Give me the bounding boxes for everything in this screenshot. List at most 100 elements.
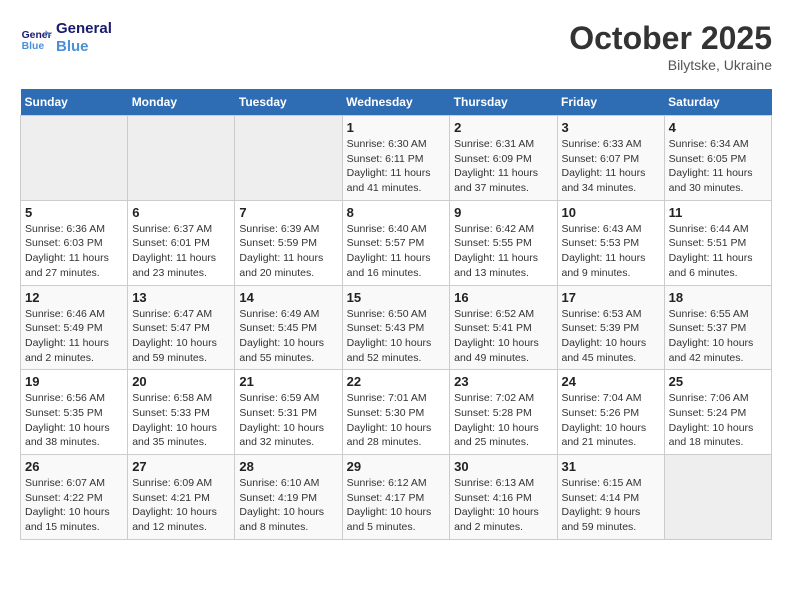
day-number: 3 xyxy=(562,120,660,135)
day-number: 24 xyxy=(562,374,660,389)
svg-text:General: General xyxy=(22,30,52,41)
calendar-cell: 8 Sunrise: 6:40 AM Sunset: 5:57 PM Daylig… xyxy=(342,200,450,285)
day-info: Sunrise: 7:06 AM Sunset: 5:24 PM Dayligh… xyxy=(669,391,767,450)
day-info: Sunrise: 6:50 AM Sunset: 5:43 PM Dayligh… xyxy=(347,307,446,366)
day-info: Sunrise: 6:49 AM Sunset: 5:45 PM Dayligh… xyxy=(239,307,337,366)
day-number: 30 xyxy=(454,459,552,474)
day-info: Sunrise: 6:53 AM Sunset: 5:39 PM Dayligh… xyxy=(562,307,660,366)
day-number: 25 xyxy=(669,374,767,389)
day-info: Sunrise: 6:37 AM Sunset: 6:01 PM Dayligh… xyxy=(132,222,230,281)
col-header-sunday: Sunday xyxy=(21,89,128,116)
day-info: Sunrise: 6:33 AM Sunset: 6:07 PM Dayligh… xyxy=(562,137,660,196)
page-header: General Blue General Blue October 2025 B… xyxy=(20,20,772,73)
day-info: Sunrise: 6:52 AM Sunset: 5:41 PM Dayligh… xyxy=(454,307,552,366)
day-number: 16 xyxy=(454,290,552,305)
calendar-cell: 6 Sunrise: 6:37 AM Sunset: 6:01 PM Daylig… xyxy=(128,200,235,285)
day-number: 22 xyxy=(347,374,446,389)
day-number: 26 xyxy=(25,459,123,474)
calendar-cell: 27 Sunrise: 6:09 AM Sunset: 4:21 PM Dayli… xyxy=(128,455,235,540)
day-number: 7 xyxy=(239,205,337,220)
day-number: 18 xyxy=(669,290,767,305)
day-info: Sunrise: 6:07 AM Sunset: 4:22 PM Dayligh… xyxy=(25,476,123,535)
calendar-cell: 22 Sunrise: 7:01 AM Sunset: 5:30 PM Dayli… xyxy=(342,370,450,455)
col-header-thursday: Thursday xyxy=(450,89,557,116)
calendar-cell: 31 Sunrise: 6:15 AM Sunset: 4:14 PM Dayli… xyxy=(557,455,664,540)
col-header-monday: Monday xyxy=(128,89,235,116)
day-number: 12 xyxy=(25,290,123,305)
day-info: Sunrise: 6:46 AM Sunset: 5:49 PM Dayligh… xyxy=(25,307,123,366)
calendar-cell: 9 Sunrise: 6:42 AM Sunset: 5:55 PM Daylig… xyxy=(450,200,557,285)
svg-text:Blue: Blue xyxy=(22,41,45,52)
calendar-cell: 25 Sunrise: 7:06 AM Sunset: 5:24 PM Dayli… xyxy=(664,370,771,455)
col-header-saturday: Saturday xyxy=(664,89,771,116)
day-info: Sunrise: 6:36 AM Sunset: 6:03 PM Dayligh… xyxy=(25,222,123,281)
calendar-cell: 14 Sunrise: 6:49 AM Sunset: 5:45 PM Dayli… xyxy=(235,285,342,370)
calendar-cell: 10Sunrise: 6:43 AM Sunset: 5:53 PM Dayli… xyxy=(557,200,664,285)
month-title: October 2025 xyxy=(569,20,772,57)
calendar-cell: 24 Sunrise: 7:04 AM Sunset: 5:26 PM Dayli… xyxy=(557,370,664,455)
title-block: October 2025 Bilytske, Ukraine xyxy=(569,20,772,73)
day-number: 28 xyxy=(239,459,337,474)
day-number: 2 xyxy=(454,120,552,135)
day-number: 23 xyxy=(454,374,552,389)
calendar-cell: 18 Sunrise: 6:55 AM Sunset: 5:37 PM Dayli… xyxy=(664,285,771,370)
calendar-cell: 1 Sunrise: 6:30 AM Sunset: 6:11 PM Daylig… xyxy=(342,116,450,201)
day-info: Sunrise: 6:30 AM Sunset: 6:11 PM Dayligh… xyxy=(347,137,446,196)
calendar-cell xyxy=(128,116,235,201)
day-number: 14 xyxy=(239,290,337,305)
col-header-friday: Friday xyxy=(557,89,664,116)
day-number: 27 xyxy=(132,459,230,474)
day-info: Sunrise: 6:34 AM Sunset: 6:05 PM Dayligh… xyxy=(669,137,767,196)
day-number: 1 xyxy=(347,120,446,135)
calendar-cell: 29 Sunrise: 6:12 AM Sunset: 4:17 PM Dayli… xyxy=(342,455,450,540)
calendar-cell: 30 Sunrise: 6:13 AM Sunset: 4:16 PM Dayli… xyxy=(450,455,557,540)
calendar-cell: 20Sunrise: 6:58 AM Sunset: 5:33 PM Dayli… xyxy=(128,370,235,455)
day-number: 6 xyxy=(132,205,230,220)
calendar-cell: 23Sunrise: 7:02 AM Sunset: 5:28 PM Dayli… xyxy=(450,370,557,455)
day-info: Sunrise: 6:59 AM Sunset: 5:31 PM Dayligh… xyxy=(239,391,337,450)
day-info: Sunrise: 6:47 AM Sunset: 5:47 PM Dayligh… xyxy=(132,307,230,366)
day-number: 29 xyxy=(347,459,446,474)
day-info: Sunrise: 7:01 AM Sunset: 5:30 PM Dayligh… xyxy=(347,391,446,450)
calendar-cell: 11Sunrise: 6:44 AM Sunset: 5:51 PM Dayli… xyxy=(664,200,771,285)
day-info: Sunrise: 6:43 AM Sunset: 5:53 PM Dayligh… xyxy=(562,222,660,281)
calendar-cell: 28 Sunrise: 6:10 AM Sunset: 4:19 PM Dayli… xyxy=(235,455,342,540)
day-info: Sunrise: 6:55 AM Sunset: 5:37 PM Dayligh… xyxy=(669,307,767,366)
day-info: Sunrise: 6:44 AM Sunset: 5:51 PM Dayligh… xyxy=(669,222,767,281)
calendar-cell xyxy=(664,455,771,540)
day-info: Sunrise: 6:13 AM Sunset: 4:16 PM Dayligh… xyxy=(454,476,552,535)
day-info: Sunrise: 6:09 AM Sunset: 4:21 PM Dayligh… xyxy=(132,476,230,535)
day-number: 8 xyxy=(347,205,446,220)
logo: General Blue General Blue xyxy=(20,20,112,56)
day-info: Sunrise: 7:04 AM Sunset: 5:26 PM Dayligh… xyxy=(562,391,660,450)
day-info: Sunrise: 6:15 AM Sunset: 4:14 PM Dayligh… xyxy=(562,476,660,535)
calendar-cell: 17 Sunrise: 6:53 AM Sunset: 5:39 PM Dayli… xyxy=(557,285,664,370)
day-number: 21 xyxy=(239,374,337,389)
day-number: 5 xyxy=(25,205,123,220)
logo-general: General xyxy=(56,20,112,38)
day-number: 20 xyxy=(132,374,230,389)
calendar-cell: 3 Sunrise: 6:33 AM Sunset: 6:07 PM Daylig… xyxy=(557,116,664,201)
day-number: 15 xyxy=(347,290,446,305)
calendar-cell: 5 Sunrise: 6:36 AM Sunset: 6:03 PM Daylig… xyxy=(21,200,128,285)
day-info: Sunrise: 6:31 AM Sunset: 6:09 PM Dayligh… xyxy=(454,137,552,196)
location-subtitle: Bilytske, Ukraine xyxy=(569,57,772,73)
calendar-cell xyxy=(235,116,342,201)
logo-icon: General Blue xyxy=(20,22,52,54)
day-info: Sunrise: 6:12 AM Sunset: 4:17 PM Dayligh… xyxy=(347,476,446,535)
col-header-tuesday: Tuesday xyxy=(235,89,342,116)
calendar-cell: 4Sunrise: 6:34 AM Sunset: 6:05 PM Daylig… xyxy=(664,116,771,201)
day-info: Sunrise: 6:40 AM Sunset: 5:57 PM Dayligh… xyxy=(347,222,446,281)
calendar-cell: 19 Sunrise: 6:56 AM Sunset: 5:35 PM Dayli… xyxy=(21,370,128,455)
day-number: 9 xyxy=(454,205,552,220)
col-header-wednesday: Wednesday xyxy=(342,89,450,116)
day-info: Sunrise: 6:42 AM Sunset: 5:55 PM Dayligh… xyxy=(454,222,552,281)
calendar-cell: 2 Sunrise: 6:31 AM Sunset: 6:09 PM Daylig… xyxy=(450,116,557,201)
day-info: Sunrise: 6:56 AM Sunset: 5:35 PM Dayligh… xyxy=(25,391,123,450)
calendar-cell: 16 Sunrise: 6:52 AM Sunset: 5:41 PM Dayli… xyxy=(450,285,557,370)
calendar-cell: 12 Sunrise: 6:46 AM Sunset: 5:49 PM Dayli… xyxy=(21,285,128,370)
day-number: 19 xyxy=(25,374,123,389)
day-number: 17 xyxy=(562,290,660,305)
day-info: Sunrise: 6:10 AM Sunset: 4:19 PM Dayligh… xyxy=(239,476,337,535)
day-number: 31 xyxy=(562,459,660,474)
